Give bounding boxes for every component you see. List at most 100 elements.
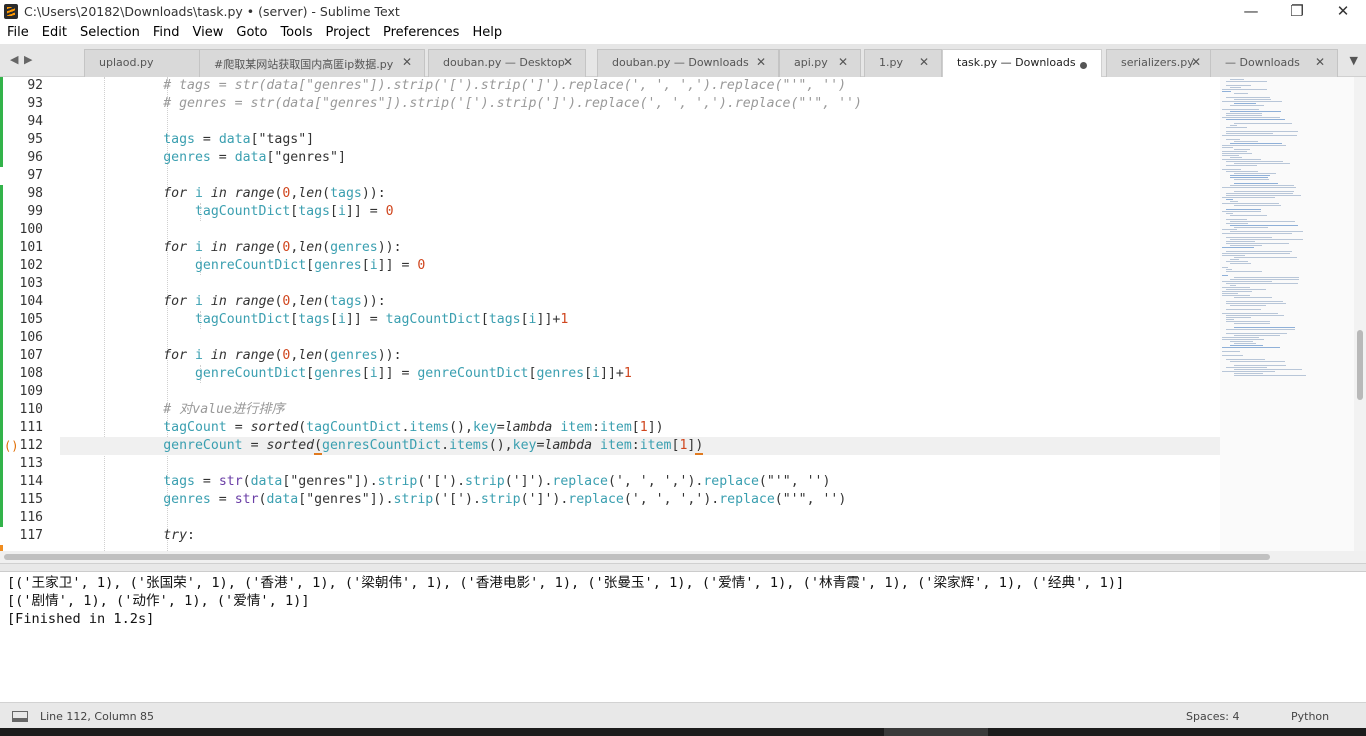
code-line: genreCountDict[genres[i]] = genreCountDi… [194,366,632,381]
minimap-line [1226,195,1301,196]
minimap-line [1234,163,1290,164]
minimap-line [1226,171,1258,172]
minimap-line [1234,365,1286,366]
tab-downloads[interactable]: — Downloads ✕ [1210,49,1338,77]
minimap-line [1230,285,1236,286]
minimap-line [1226,115,1262,116]
line-number: 116 [19,510,43,525]
minimap-line [1230,239,1303,240]
tab-label: api.py [794,56,828,69]
indentation-setting[interactable]: Spaces: 4 [1186,710,1239,723]
menu-goto[interactable]: Goto [229,23,273,43]
tab-close-icon[interactable]: ✕ [1191,55,1201,69]
line-number: 114 [19,474,43,489]
minimap-line [1226,131,1298,132]
tab-close-icon[interactable]: ✕ [1315,55,1325,69]
tab-close-icon[interactable]: ✕ [919,55,929,69]
minimap-line [1234,375,1306,376]
code-area[interactable]: # tags = str(data["genres"]).strip('[').… [60,77,1220,551]
minimap-line [1222,253,1290,254]
maximize-icon[interactable]: ❐ [1274,0,1320,23]
build-output-panel[interactable]: [('王家卫', 1), ('张国荣', 1), ('香港', 1), ('梁朝… [0,571,1366,701]
menu-file[interactable]: File [0,23,35,43]
minimap[interactable] [1220,77,1354,551]
minimap-line [1234,343,1256,344]
code-line: # genres = str(data["genres"]).strip('['… [163,96,862,111]
sublime-text-icon [4,4,18,19]
minimap-line [1222,203,1279,204]
line-number: 106 [19,330,43,345]
tab-close-icon[interactable]: ✕ [402,55,412,69]
menu-selection[interactable]: Selection [73,23,146,43]
minimap-line [1230,215,1267,216]
unsaved-dot-icon[interactable] [1080,62,1087,69]
tab-label: — Downloads [1225,56,1300,69]
menu-help[interactable]: Help [465,23,508,43]
minimap-line [1222,233,1292,234]
vertical-scrollbar[interactable] [1354,77,1366,551]
tab-douban-downloads[interactable]: douban.py — Downloads ✕ [597,49,779,77]
tab-scroll-right-icon[interactable]: ▶ [24,53,32,66]
tab-label: task.py — Downloads [957,56,1076,69]
line-number: 109 [19,384,43,399]
line-number: 110 [19,402,43,417]
minimap-line [1230,361,1285,362]
tab-api[interactable]: api.py ✕ [779,49,861,77]
horizontal-scroll-thumb[interactable] [4,554,1270,560]
menu-tools[interactable]: Tools [273,23,318,43]
menu-view[interactable]: View [186,23,230,43]
menu-find[interactable]: Find [146,23,186,43]
menu-preferences[interactable]: Preferences [376,23,465,43]
minimap-line [1230,341,1253,342]
tab-serializers[interactable]: serializers.py ✕ [1106,49,1214,77]
tabs-container: uplaod.py ✕ #爬取某网站获取国内高匿ip数据.py ✕ douban… [44,44,1338,77]
line-number: 111 [19,420,43,435]
tab-close-icon[interactable]: ✕ [756,55,766,69]
panel-toggle-icon[interactable] [12,711,28,722]
tab-douban-desktop[interactable]: douban.py — Desktop ✕ [428,49,586,77]
syntax-setting[interactable]: Python [1291,710,1329,723]
close-icon[interactable]: ✕ [1320,0,1366,23]
tab-close-icon[interactable]: ✕ [563,55,573,69]
minimap-line [1222,145,1286,146]
tab-overflow-icon[interactable]: ▼ [1350,54,1358,67]
line-number: 96 [27,150,43,165]
menu-edit[interactable]: Edit [35,23,73,43]
tab-task-downloads[interactable]: task.py — Downloads [942,49,1102,77]
minimap-line [1234,327,1295,328]
tab-scroll-left-icon[interactable]: ◀ [10,53,18,66]
output-line: [Finished in 1.2s] [7,611,155,627]
minimap-line [1234,179,1269,180]
minimap-line [1230,231,1303,232]
minimap-line [1230,157,1242,158]
menu-project[interactable]: Project [318,23,375,43]
minimap-line [1222,159,1261,160]
minimap-line [1226,193,1293,194]
output-line: [('剧情', 1), ('动作', 1), ('爱情', 1)] [7,593,310,609]
vertical-scroll-thumb[interactable] [1357,330,1363,400]
panel-divider[interactable] [0,563,1366,571]
horizontal-scrollbar[interactable] [0,551,1366,563]
tab-label: douban.py — Desktop [443,56,565,69]
minimap-line [1234,297,1272,298]
tab-label: serializers.py [1121,56,1194,69]
minimap-line [1230,245,1262,246]
taskbar-active-app[interactable] [884,728,988,736]
editor[interactable]: () 92 93 94 95 96 97 98 99 100 101 102 1… [0,77,1366,551]
minimap-line [1222,147,1233,148]
tab-label: douban.py — Downloads [612,56,749,69]
tab-close-icon[interactable]: ✕ [838,55,848,69]
code-line: tagCountDict[tags[i]] = tagCountDict[tag… [194,312,569,327]
minimize-icon[interactable]: — [1228,0,1274,23]
minimap-line [1234,257,1297,258]
tab-1py[interactable]: 1.py ✕ [864,49,942,77]
minimap-line [1230,185,1294,186]
minimap-line [1226,317,1251,318]
minimap-line [1222,255,1245,256]
tab-crawler[interactable]: #爬取某网站获取国内高匿ip数据.py ✕ [199,49,425,77]
line-number: 97 [27,168,43,183]
line-number: 93 [27,96,43,111]
code-line: for i in range(0,len(tags)): [163,294,386,309]
title-bar: C:\Users\20182\Downloads\task.py • (serv… [0,0,1366,23]
